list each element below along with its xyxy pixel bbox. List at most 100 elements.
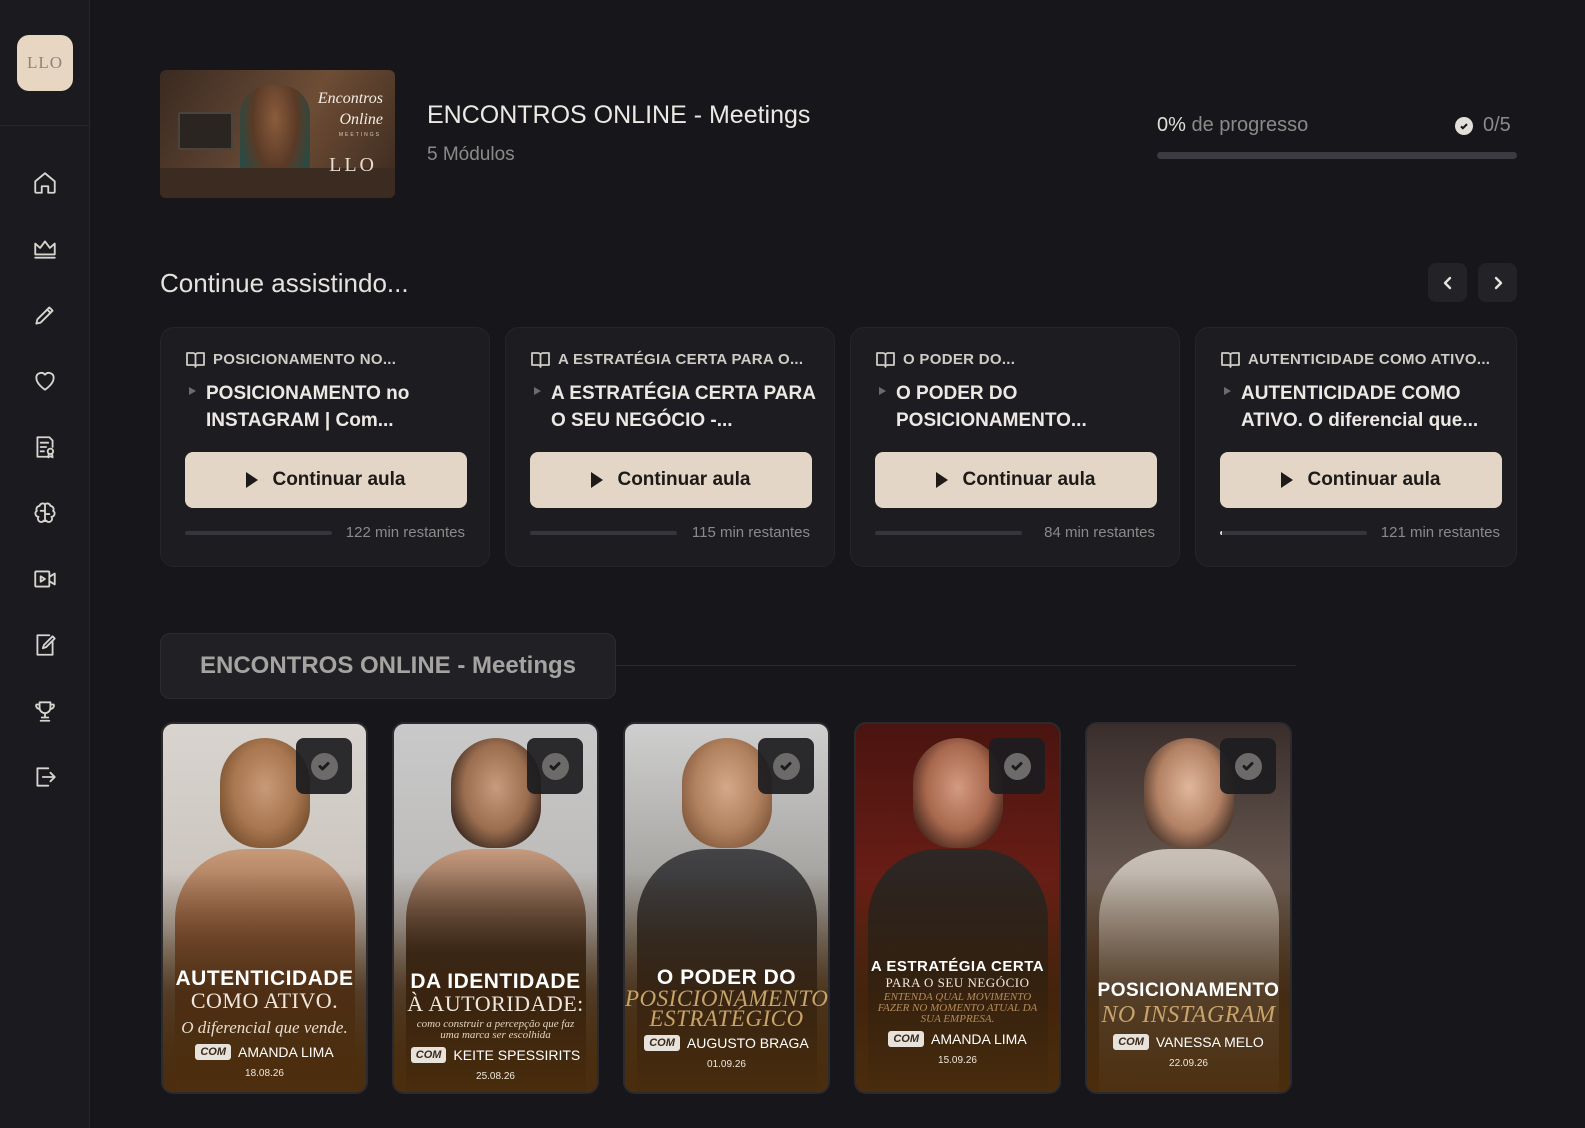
check-icon (1455, 116, 1473, 135)
nav-videos[interactable] (24, 558, 66, 600)
nav-certificates[interactable] (24, 426, 66, 468)
poster-text: POSICIONAMENTO NO INSTAGRAM COM VANESSA M… (1087, 979, 1290, 1069)
poster-speaker: COM AUGUSTO BRAGA (625, 1035, 828, 1051)
poster-subtitle: COMO ATIVO. (190, 988, 339, 1013)
poster-text: AUTENTICIDADE COMO ATIVO. O diferencial … (163, 967, 366, 1079)
chevron-left-icon (1443, 276, 1451, 289)
card-lesson[interactable]: A ESTRATÉGIA CERTA PARA O SEU NEGÓCIO -.… (534, 380, 824, 434)
chevron-right-icon (1494, 276, 1502, 289)
poster-date: 25.08.26 (476, 1071, 515, 1082)
check-icon (310, 752, 338, 780)
poster-subtitle: NO INSTAGRAM (1101, 1002, 1276, 1028)
poster-speaker: COM KEITE SPESSIRITS (394, 1047, 597, 1063)
sidebar: LLO (0, 0, 90, 1128)
thumbnail-logo: LLO (329, 154, 377, 176)
card-lesson[interactable]: POSICIONAMENTO no INSTAGRAM | Com... (189, 380, 479, 434)
poster-title: AUTENTICIDADE (175, 967, 354, 990)
poster-speaker: COM VANESSA MELO (1087, 1034, 1290, 1050)
card-module-label: POSICIONAMENTO NO... (213, 351, 397, 368)
nav-notes[interactable] (24, 624, 66, 666)
poster-speaker: COM AMANDA LIMA (856, 1031, 1059, 1047)
nav-pencil[interactable] (24, 294, 66, 336)
nav-crown[interactable] (24, 228, 66, 270)
card-module: O PODER DO... (876, 351, 1015, 368)
card-lesson[interactable]: AUTENTICIDADE COMO ATIVO. O diferencial … (1224, 380, 1514, 434)
time-remaining: 115 min restantes (691, 524, 810, 541)
trophy-icon (35, 701, 55, 722)
nav-achievements[interactable] (24, 690, 66, 732)
com-badge: COM (644, 1035, 680, 1051)
book-icon (531, 352, 550, 368)
lesson-poster[interactable]: DA IDENTIDADE À AUTORIDADE: como constru… (392, 722, 599, 1094)
lesson-progress-bar (875, 531, 1022, 535)
card-module: A ESTRATÉGIA CERTA PARA O... (531, 351, 803, 368)
completion-check[interactable] (989, 738, 1045, 794)
play-icon (246, 472, 259, 488)
continue-lesson-label: Continuar aula (1307, 469, 1441, 490)
continue-lesson-label: Continuar aula (962, 469, 1096, 490)
carousel-prev-button[interactable] (1428, 263, 1467, 302)
continue-lesson-label: Continuar aula (617, 469, 751, 490)
continue-watching-title: Continue assistindo... (160, 268, 409, 298)
play-icon (1281, 472, 1294, 488)
poster-subtitle: PARA O SEU NEGÓCIO (885, 975, 1030, 990)
nav-favorites[interactable] (24, 360, 66, 402)
progress-suffix: de progresso (1185, 114, 1309, 136)
lesson-poster[interactable]: O PODER DO POSICIONAMENTO ESTRATÉGICO CO… (623, 722, 830, 1094)
nav-brain[interactable] (24, 492, 66, 534)
poster-text: O PODER DO POSICIONAMENTO ESTRATÉGICO CO… (625, 966, 828, 1070)
play-icon (936, 472, 949, 488)
completion-check[interactable] (527, 738, 583, 794)
book-icon (876, 352, 895, 368)
thumbnail-subtitle: MEETINGS (338, 132, 381, 138)
continue-lesson-button[interactable]: Continuar aula (1220, 452, 1502, 508)
nav-home[interactable] (24, 162, 66, 204)
continue-lesson-button[interactable]: Continuar aula (185, 452, 467, 508)
video-icon (34, 570, 56, 588)
course-thumbnail: Encontros Online MEETINGS LLO (160, 70, 395, 198)
poster-tagline: O diferencial que vende. (181, 1018, 348, 1037)
brand-logo[interactable]: LLO (17, 35, 73, 91)
speaker-name: AMANDA LIMA (930, 1031, 1027, 1047)
divider (616, 665, 1296, 666)
divider (0, 125, 89, 126)
brain-icon (34, 502, 56, 523)
speaker-name: KEITE SPESSIRITS (453, 1047, 581, 1063)
course-module-count: 5 Módulos (427, 144, 515, 165)
completion-check[interactable] (296, 738, 352, 794)
course-title: ENCONTROS ONLINE - Meetings (427, 101, 811, 129)
heart-icon (35, 372, 55, 391)
completion-check[interactable] (1220, 738, 1276, 794)
module-tab[interactable]: ENCONTROS ONLINE - Meetings (160, 633, 616, 699)
completion-check[interactable] (758, 738, 814, 794)
time-remaining: 84 min restantes (1044, 524, 1155, 541)
nav-logout[interactable] (24, 756, 66, 798)
poster-subtitle-2: ESTRATÉGICO (649, 1006, 804, 1031)
card-module-label: O PODER DO... (903, 351, 1016, 368)
card-module: POSICIONAMENTO NO... (186, 351, 396, 368)
play-marker-icon (1224, 387, 1231, 395)
card-lesson-title: O PODER DO POSICIONAMENTO... (896, 383, 1087, 431)
card-lesson-title: AUTENTICIDADE COMO ATIVO. O diferencial … (1241, 383, 1479, 431)
poster-date: 01.09.26 (707, 1059, 746, 1070)
continue-card: POSICIONAMENTO NO... POSICIONAMENTO no I… (160, 327, 490, 567)
card-lesson[interactable]: O PODER DO POSICIONAMENTO... (879, 380, 1169, 434)
continue-lesson-button[interactable]: Continuar aula (875, 452, 1157, 508)
continue-lesson-button[interactable]: Continuar aula (530, 452, 812, 508)
carousel-next-button[interactable] (1478, 263, 1517, 302)
lesson-poster[interactable]: POSICIONAMENTO NO INSTAGRAM COM VANESSA M… (1085, 722, 1292, 1094)
card-lesson-title: A ESTRATÉGIA CERTA PARA O SEU NEGÓCIO -.… (551, 383, 816, 431)
lesson-poster[interactable]: AUTENTICIDADE COMO ATIVO. O diferencial … (161, 722, 368, 1094)
speaker-name: AMANDA LIMA (237, 1044, 334, 1060)
poster-speaker: COM AMANDA LIMA (163, 1044, 366, 1060)
poster-subtitle: À AUTORIDADE: (407, 991, 584, 1016)
edit-document-icon (36, 634, 56, 656)
card-lesson-title: POSICIONAMENTO no INSTAGRAM | Com... (206, 383, 410, 431)
crown-icon (34, 240, 56, 259)
course-progress-bar (1157, 152, 1517, 159)
poster-title: POSICIONAMENTO (1097, 980, 1280, 1001)
lesson-poster[interactable]: A ESTRATÉGIA CERTA PARA O SEU NEGÓCIO EN… (854, 722, 1061, 1094)
progress-percent: 0% (1157, 114, 1186, 136)
poster-text: DA IDENTIDADE À AUTORIDADE: como constru… (394, 970, 597, 1082)
time-remaining: 122 min restantes (345, 524, 465, 541)
